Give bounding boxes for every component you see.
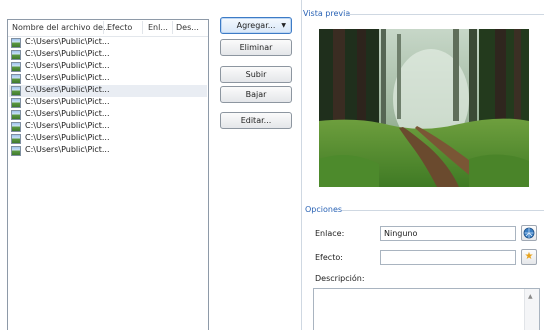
image-thumbnail-icon bbox=[11, 122, 21, 132]
file-row[interactable]: C:\Users\Public\Pict... bbox=[9, 145, 207, 157]
file-path: C:\Users\Public\Pict... bbox=[25, 109, 110, 118]
file-row[interactable]: C:\Users\Public\Pict... bbox=[9, 97, 207, 109]
column-header-link[interactable]: Enl... bbox=[148, 23, 168, 32]
group-divider bbox=[342, 210, 544, 211]
description-textarea[interactable]: ▲ bbox=[313, 288, 540, 330]
file-row[interactable]: C:\Users\Public\Pict... bbox=[9, 121, 207, 133]
file-path: C:\Users\Public\Pict... bbox=[25, 49, 110, 58]
column-separator bbox=[172, 21, 173, 34]
file-row[interactable]: C:\Users\Public\Pict... bbox=[9, 61, 207, 73]
image-thumbnail-icon bbox=[11, 98, 21, 108]
dropdown-arrow-icon: ▼ bbox=[281, 22, 286, 29]
image-thumbnail-icon bbox=[11, 146, 21, 156]
remove-button[interactable]: Eliminar bbox=[220, 39, 292, 56]
move-down-button-label: Bajar bbox=[245, 90, 267, 99]
effect-picker-button[interactable]: ★ bbox=[521, 249, 537, 265]
file-row-selected[interactable]: C:\Users\Public\Pict... bbox=[9, 85, 207, 97]
column-header-effect[interactable]: Efecto bbox=[107, 23, 132, 32]
column-header-filename[interactable]: Nombre del archivo de... bbox=[12, 23, 111, 32]
file-row[interactable]: C:\Users\Public\Pict... bbox=[9, 73, 207, 85]
file-path: C:\Users\Public\Pict... bbox=[25, 85, 110, 94]
link-browse-button[interactable] bbox=[521, 225, 537, 241]
move-up-button-label: Subir bbox=[245, 70, 267, 79]
edit-button-label: Editar... bbox=[240, 116, 272, 125]
file-path: C:\Users\Public\Pict... bbox=[25, 97, 110, 106]
file-path: C:\Users\Public\Pict... bbox=[25, 61, 110, 70]
move-up-button[interactable]: Subir bbox=[220, 66, 292, 83]
description-label: Descripción: bbox=[315, 274, 365, 283]
move-down-button[interactable]: Bajar bbox=[220, 86, 292, 103]
options-group-title: Opciones bbox=[305, 205, 343, 214]
image-thumbnail-icon bbox=[11, 134, 21, 144]
image-thumbnail-icon bbox=[11, 74, 21, 84]
file-path: C:\Users\Public\Pict... bbox=[25, 121, 110, 130]
edit-button[interactable]: Editar... bbox=[220, 112, 292, 129]
image-thumbnail-icon bbox=[11, 62, 21, 72]
column-separator bbox=[142, 21, 143, 34]
group-divider bbox=[346, 14, 544, 15]
link-label: Enlace: bbox=[315, 229, 345, 238]
column-separator bbox=[103, 21, 104, 34]
file-row[interactable]: C:\Users\Public\Pict... bbox=[9, 37, 207, 49]
description-scrollbar[interactable]: ▲ bbox=[524, 289, 539, 330]
group-left-border bbox=[301, 0, 302, 330]
file-path: C:\Users\Public\Pict... bbox=[25, 145, 110, 154]
remove-button-label: Eliminar bbox=[239, 43, 273, 52]
effect-label: Efecto: bbox=[315, 253, 343, 262]
file-row[interactable]: C:\Users\Public\Pict... bbox=[9, 133, 207, 145]
column-header-description[interactable]: Des... bbox=[176, 23, 199, 32]
file-row[interactable]: C:\Users\Public\Pict... bbox=[9, 49, 207, 61]
forest-path-image bbox=[319, 29, 529, 187]
image-thumbnail-icon bbox=[11, 38, 21, 48]
file-path: C:\Users\Public\Pict... bbox=[25, 133, 110, 142]
effect-field[interactable] bbox=[380, 250, 516, 265]
globe-link-icon bbox=[523, 227, 535, 239]
list-header: Nombre del archivo de... Efecto Enl... D… bbox=[8, 20, 208, 37]
file-row[interactable]: C:\Users\Public\Pict... bbox=[9, 109, 207, 121]
add-button[interactable]: Agregar... ▼ bbox=[220, 17, 292, 34]
scroll-up-arrow-icon[interactable]: ▲ bbox=[528, 293, 533, 300]
link-field[interactable]: Ninguno bbox=[380, 226, 516, 241]
image-thumbnail-icon bbox=[11, 110, 21, 120]
file-path: C:\Users\Public\Pict... bbox=[25, 73, 110, 82]
preview-group-title: Vista previa bbox=[303, 9, 351, 18]
image-thumbnail-icon bbox=[11, 50, 21, 60]
image-thumbnail-icon bbox=[11, 86, 21, 96]
star-icon: ★ bbox=[524, 251, 534, 262]
preview-image bbox=[319, 29, 529, 187]
file-path: C:\Users\Public\Pict... bbox=[25, 37, 110, 46]
add-button-label: Agregar... bbox=[236, 21, 276, 30]
file-list[interactable]: Nombre del archivo de... Efecto Enl... D… bbox=[7, 19, 209, 330]
